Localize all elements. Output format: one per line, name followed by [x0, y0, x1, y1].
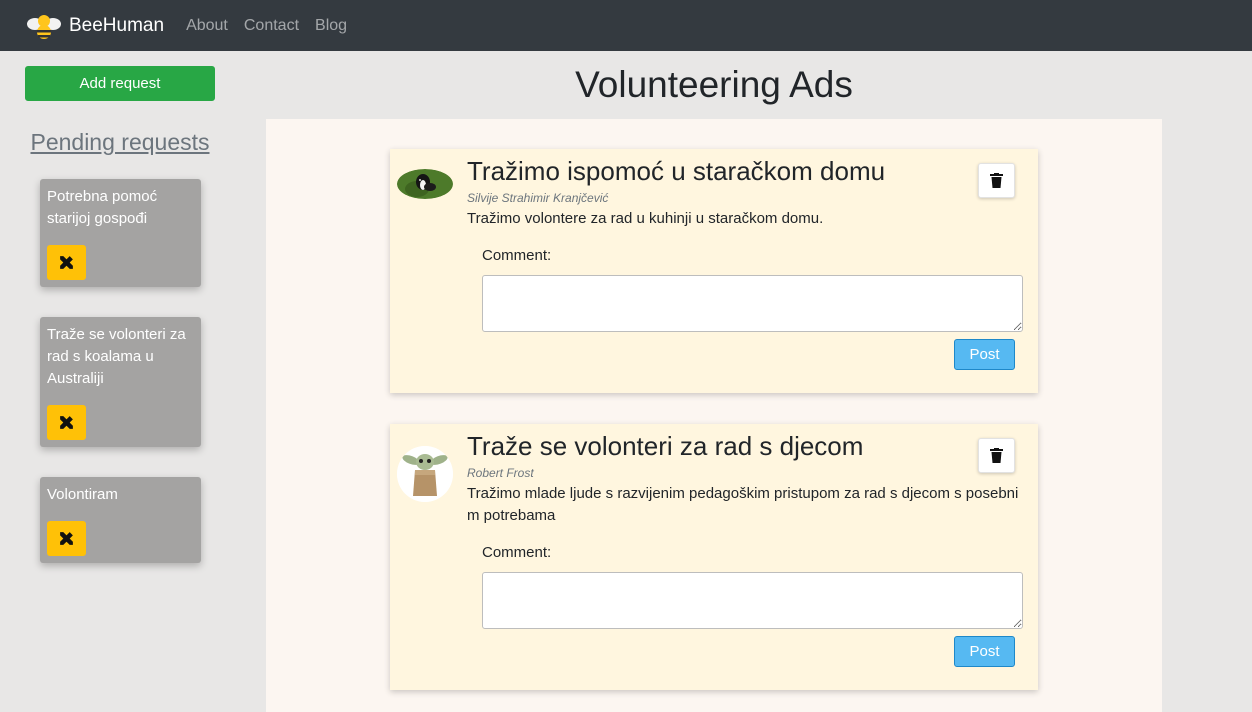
pending-request-card: Volontiram: [40, 477, 201, 563]
ad-title: Tražimo ispomoć u staračkom domu: [467, 156, 886, 186]
tools-icon: [60, 532, 73, 545]
baby-yoda-avatar: [397, 446, 453, 502]
nav-links: About Contact Blog: [186, 17, 363, 35]
tools-icon: [60, 416, 73, 429]
edit-request-button[interactable]: [47, 245, 86, 280]
ad-author: Robert Frost: [467, 466, 534, 480]
comment-label: Comment:: [482, 544, 552, 561]
bee-logo-icon: [27, 14, 61, 39]
ad-card: Traže se volonteri za rad s djecom Rober…: [390, 424, 1038, 690]
ad-card: Tražimo ispomoć u staračkom domu Silvije…: [390, 149, 1038, 393]
post-comment-button[interactable]: Post: [954, 636, 1015, 667]
edit-request-button[interactable]: [47, 405, 86, 440]
tools-icon: [60, 256, 73, 269]
pending-request-card: Traže se volonteri za rad s koalama u Au…: [40, 317, 201, 447]
nav-link-blog[interactable]: Blog: [315, 17, 347, 35]
delete-ad-button[interactable]: [978, 438, 1015, 473]
edit-request-button[interactable]: [47, 521, 86, 556]
brand-name: BeeHuman: [69, 14, 165, 36]
brand-link[interactable]: BeeHuman: [26, 0, 164, 51]
navbar: BeeHuman About Contact Blog: [0, 0, 1252, 51]
page-title: Volunteering Ads: [575, 64, 853, 105]
pending-request-card: Potrebna pomoć starijoj gospođi: [40, 179, 201, 287]
pending-request-title: Potrebna pomoć starijoj gospođi: [47, 188, 158, 227]
nav-link-contact[interactable]: Contact: [244, 17, 299, 35]
comment-input[interactable]: [482, 572, 1023, 629]
pending-request-title: Traže se volonteri za rad s koalama u Au…: [47, 326, 186, 387]
ad-description: Tražimo volontere za rad u kuhinji u sta…: [467, 210, 824, 227]
ad-title: Traže se volonteri za rad s djecom: [467, 431, 864, 461]
pending-request-title: Volontiram: [47, 486, 118, 503]
comment-label: Comment:: [482, 247, 552, 264]
post-comment-button[interactable]: Post: [954, 339, 1015, 370]
comment-input[interactable]: [482, 275, 1023, 332]
nav-link-about[interactable]: About: [186, 17, 228, 35]
ad-description: Tražimo mlade ljude s razvijenim pedagoš…: [467, 485, 1019, 524]
delete-ad-button[interactable]: [978, 163, 1015, 198]
ad-author: Silvije Strahimir Kranjčević: [467, 191, 609, 205]
pending-requests-heading[interactable]: Pending requests: [0, 129, 240, 156]
dog-avatar: [397, 169, 453, 199]
trash-icon: [990, 448, 1003, 463]
trash-icon: [990, 173, 1003, 188]
add-request-button[interactable]: Add request: [25, 66, 215, 101]
